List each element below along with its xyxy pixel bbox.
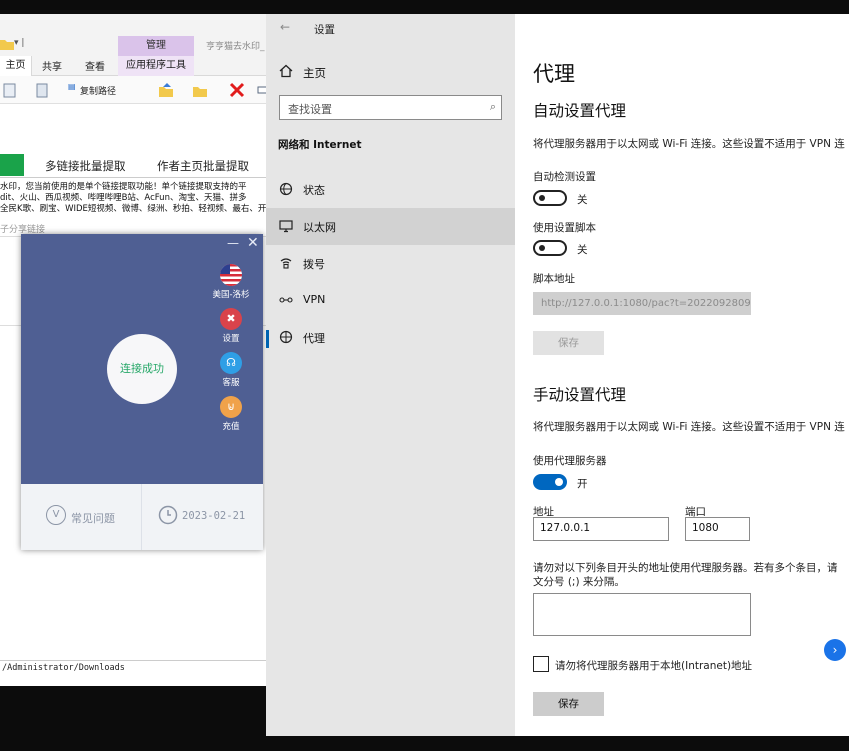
setup-script-toggle[interactable] — [533, 240, 567, 256]
script-address-input[interactable]: http://127.0.0.1:1080/pac?t=20220928094 — [533, 292, 751, 315]
search-icon: ⌕ — [489, 100, 496, 113]
tab-author-homepage[interactable]: 作者主页批量提取 — [157, 158, 249, 174]
use-proxy-state: 开 — [577, 478, 588, 490]
copy-path-icon: ▤ — [68, 82, 76, 91]
setup-script-label: 使用设置脚本 — [533, 222, 596, 234]
exceptions-textarea[interactable] — [533, 593, 751, 636]
nav-item-vpn[interactable]: VPN — [266, 282, 515, 319]
nav-home[interactable]: 主页 — [303, 65, 326, 81]
proxy-address-input[interactable]: 127.0.0.1 — [533, 517, 669, 541]
explorer-window-title: 亨亨猫去水印_ — [206, 42, 265, 52]
extractor-description: 水印，您当前使用的是单个链接提取功能！单个链接提取支持的平 dit、火山、西瓜视… — [0, 182, 267, 214]
home-icon — [279, 64, 293, 78]
explorer-ribbon-body: ▤ 复制路径 — [0, 76, 268, 104]
nav-item-proxy[interactable]: 代理 — [266, 319, 515, 356]
faq-label: 常见问题 — [71, 512, 115, 525]
us-flag-icon — [220, 264, 242, 286]
nav-selection-marker — [266, 330, 269, 348]
settings-nav: ← 设置 主页 查找设置 ⌕ 网络和 Internet 状态 以太网 拨号 VP… — [266, 14, 515, 736]
use-proxy-label: 使用代理服务器 — [533, 455, 607, 467]
clock-icon — [158, 505, 178, 525]
auto-save-button[interactable]: 保存 — [533, 331, 604, 355]
settings-search-input[interactable]: 查找设置 ⌕ — [279, 95, 502, 120]
extractor-tabs: 多链接批量提取 作者主页批量提取 — [0, 154, 268, 178]
nav-section-title: 网络和 Internet — [278, 139, 362, 151]
copy-path-button[interactable]: 复制路径 — [80, 84, 116, 97]
ribbon-tab-view[interactable]: 查看 — [85, 58, 105, 73]
qat-dropdown-icon[interactable]: ▾ | — [14, 38, 24, 48]
customer-service-button[interactable]: ☊ 客服 — [209, 352, 253, 388]
ribbon-tab-share[interactable]: 共享 — [42, 58, 62, 73]
tools-icon: ✖ — [220, 308, 242, 330]
auto-detect-label: 自动检测设置 — [533, 171, 596, 183]
proxy-settings-content: 代理 自动设置代理 将代理服务器用于以太网或 Wi-Fi 连接。这些设置不适用于… — [515, 14, 849, 736]
ribbon-tab-app-tools[interactable]: 应用程序工具 — [118, 56, 194, 76]
bypass-local-label: 请勿将代理服务器用于本地(Intranet)地址 — [555, 660, 753, 672]
ribbon-tab-manage[interactable]: 管理 — [118, 36, 194, 56]
faq-icon: V — [46, 505, 66, 525]
search-placeholder: 查找设置 — [288, 103, 332, 116]
manual-proxy-description: 将代理服务器用于以太网或 Wi-Fi 连接。这些设置不适用于 VPN 连 — [533, 421, 845, 433]
auto-proxy-heading: 自动设置代理 — [533, 102, 627, 120]
nav-item-dialup[interactable]: 拨号 — [266, 245, 515, 282]
vpn-icon — [279, 297, 293, 303]
expiry-date-label: 2023-02-21 — [182, 510, 246, 522]
close-button[interactable]: ✕ — [247, 235, 259, 251]
bypass-local-checkbox[interactable] — [533, 656, 549, 672]
window-title: 设置 — [314, 24, 335, 36]
auto-detect-state: 关 — [577, 194, 588, 206]
settings-button[interactable]: ✖ 设置 — [209, 308, 253, 344]
clipboard-icon[interactable] — [34, 82, 50, 98]
chevron-right-icon[interactable]: › — [824, 639, 846, 661]
use-proxy-toggle[interactable] — [533, 474, 567, 490]
minimize-button[interactable]: — — [227, 236, 239, 250]
expiry-date: 2023-02-21 — [142, 484, 263, 550]
manual-proxy-heading: 手动设置代理 — [533, 386, 627, 404]
connect-status-button[interactable]: 连接成功 — [107, 334, 177, 404]
exceptions-description-1: 请勿对以下列条目开头的地址使用代理服务器。若有多个条目，请 — [533, 562, 838, 574]
location-selector[interactable]: 美国-洛杉 — [209, 264, 253, 300]
location-label: 美国-洛杉 — [212, 290, 250, 300]
vpn-footer: V 常见问题 2023-02-21 — [21, 484, 263, 550]
script-address-label: 脚本地址 — [533, 273, 575, 285]
tab-single-link[interactable] — [0, 154, 24, 176]
move-folder-icon[interactable] — [158, 82, 174, 98]
settings-label: 设置 — [222, 334, 240, 344]
manual-save-button[interactable]: 保存 — [533, 692, 604, 716]
vpn-client-window: — ✕ 连接成功 美国-洛杉 ✖ 设置 ☊ 客服 ⊌ 充值 V 常见问题 202… — [21, 234, 263, 550]
explorer-ribbon-tabs: ▾ | 管理 亨亨猫去水印_ 主页 共享 查看 应用程序工具 — [0, 14, 268, 76]
nav-item-ethernet[interactable]: 以太网 — [266, 208, 515, 245]
service-label: 客服 — [222, 378, 240, 388]
recharge-button[interactable]: ⊌ 充值 — [209, 396, 253, 432]
download-path: /Administrator/Downloads — [0, 660, 268, 674]
globe-icon — [279, 182, 293, 196]
setup-script-state: 关 — [577, 244, 588, 256]
monitor-icon — [279, 220, 293, 233]
auto-detect-toggle[interactable] — [533, 190, 567, 206]
ribbon-tab-home[interactable]: 主页 — [0, 56, 32, 76]
page-title: 代理 — [533, 62, 575, 86]
auto-proxy-description: 将代理服务器用于以太网或 Wi-Fi 连接。这些设置不适用于 VPN 连 — [533, 138, 845, 150]
headset-icon: ☊ — [220, 352, 242, 374]
paste-icon[interactable] — [2, 82, 18, 98]
tab-multi-link[interactable]: 多链接批量提取 — [45, 158, 126, 174]
faq-button[interactable]: V 常见问题 — [21, 484, 142, 550]
recharge-label: 充值 — [222, 422, 240, 432]
proxy-port-input[interactable]: 1080 — [685, 517, 750, 541]
proxy-icon — [279, 330, 293, 344]
settings-window: ← 设置 主页 查找设置 ⌕ 网络和 Internet 状态 以太网 拨号 VP… — [266, 14, 849, 736]
delete-icon[interactable] — [229, 82, 245, 98]
cart-icon: ⊌ — [220, 396, 242, 418]
copy-folder-icon[interactable] — [192, 82, 208, 98]
back-button[interactable]: ← — [280, 20, 290, 34]
exceptions-description-2: 文分号 (;) 来分隔。 — [533, 576, 625, 588]
nav-item-status[interactable]: 状态 — [266, 171, 515, 208]
folder-icon — [0, 40, 14, 50]
phone-icon — [280, 258, 292, 269]
